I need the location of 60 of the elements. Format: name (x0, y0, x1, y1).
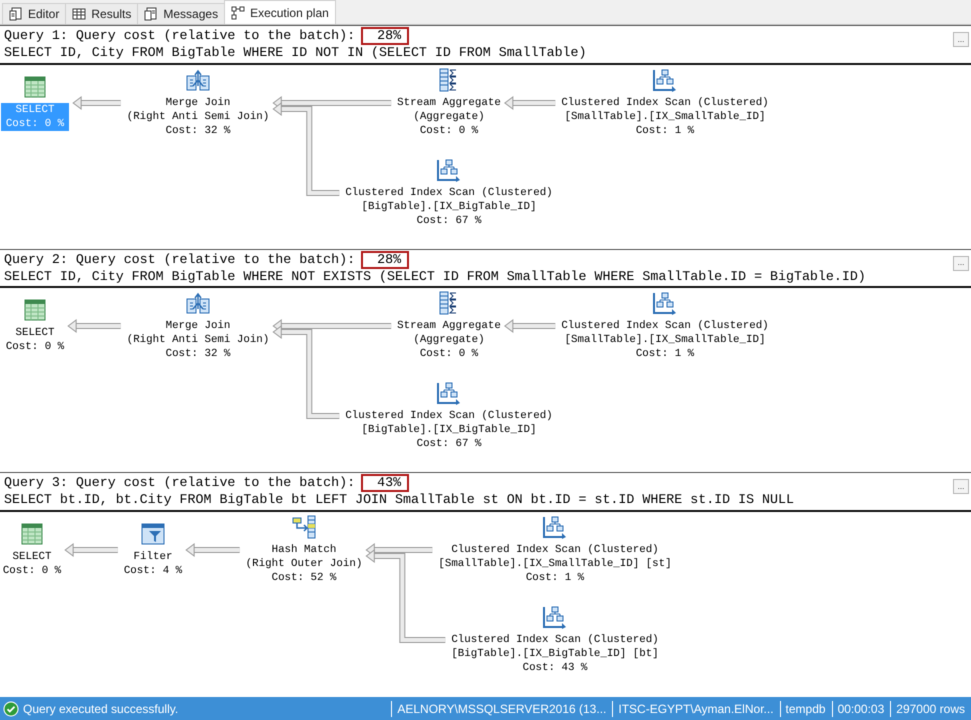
flow-arrow (64, 542, 118, 556)
hash-match-icon (291, 514, 317, 538)
index-tree-icon (436, 381, 462, 405)
plan-operator-label[interactable]: Stream Aggregate (Aggregate) Cost: 0 % (397, 96, 501, 138)
query-cost-title: Query 2: Query cost (relative to the batch): (4, 252, 356, 268)
funnel-table-icon (140, 522, 166, 546)
tab[interactable]: Execution plan (224, 0, 336, 24)
status-message: Query executed successfully. (23, 702, 178, 716)
plan-operator-label[interactable]: Filter Cost: 4 % (124, 550, 182, 578)
status-segment: tempdb (780, 700, 832, 716)
flow-arrow (185, 542, 240, 556)
diagram-icon (231, 6, 246, 20)
plan-operator-label[interactable]: Clustered Index Scan (Clustered) [BigTable].[IX_BigTable_ID] [bt] Cost: 43 % (451, 632, 659, 674)
plan-operator-label[interactable]: Clustered Index Scan (Clustered) [BigTable].[IX_BigTable_ID] Cost: 67 % (345, 409, 553, 451)
table-icon (22, 74, 48, 98)
plan-operator-label[interactable]: Merge Join (Right Anti Semi Join) Cost: 32 % (126, 96, 270, 138)
query-cost-percent: 43% (361, 474, 410, 492)
plan-operator-label[interactable]: Clustered Index Scan (Clustered) [SmallTable].[IX_SmallTable_ID] [st] Cost: 1 % (438, 542, 672, 584)
plan-operator-label[interactable]: Hash Match (Right Outer Join) Cost: 52 % (246, 542, 362, 584)
query-cost-title: Query 1: Query cost (relative to the batch): (4, 28, 356, 44)
details-button[interactable]: ... (953, 256, 969, 270)
tab[interactable]: Editor (2, 3, 66, 24)
document-icon (9, 7, 23, 21)
plan-operator-label[interactable]: Clustered Index Scan (Clustered) [SmallTable].[IX_SmallTable_ID] Cost: 1 % (561, 96, 769, 138)
plan-operator-label[interactable]: Stream Aggregate (Aggregate) Cost: 0 % (397, 319, 501, 361)
success-check-icon (3, 700, 19, 716)
flow-arrow (504, 96, 556, 110)
sql-statement: SELECT bt.ID, bt.City FROM BigTable bt LEFT JOIN SmallTable st ON bt.ID = st.ID WHERE st.ID IS NULL (4, 492, 794, 508)
flow-arrow (67, 319, 121, 333)
plan-operator-label[interactable]: Clustered Index Scan (Clustered) [BigTable].[IX_BigTable_ID] Cost: 67 % (345, 186, 553, 228)
status-segment: AELNORY\MSSQLSERVER2016 (13... (391, 700, 612, 716)
index-tree-icon (652, 68, 678, 92)
index-tree-icon (542, 604, 568, 628)
flow-arrow (504, 319, 556, 333)
table-icon (22, 298, 48, 322)
plan-operator-label[interactable]: SELECT Cost: 0 % (2, 550, 62, 578)
index-tree-icon (652, 291, 678, 315)
tab[interactable]: Messages (137, 3, 226, 24)
query-cost-percent: 28% (361, 250, 410, 268)
plan-operator-label[interactable]: Clustered Index Scan (Clustered) [SmallTable].[IX_SmallTable_ID] Cost: 1 % (561, 319, 769, 361)
index-tree-icon (542, 514, 568, 538)
status-segment: ITSC-EGYPT\Ayman.ElNor... (612, 700, 780, 716)
merge-join-icon (185, 291, 211, 315)
flow-arrow (72, 96, 121, 110)
document-icon (144, 7, 158, 21)
table-icon (19, 522, 45, 546)
index-tree-icon (436, 158, 462, 182)
status-segment: 00:00:03 (832, 700, 890, 716)
tab[interactable]: Results (65, 3, 138, 24)
grid-icon (72, 7, 86, 21)
sql-statement: SELECT ID, City FROM BigTable WHERE ID NOT IN (SELECT ID FROM SmallTable) (4, 45, 586, 60)
plan-operator-label[interactable]: Merge Join (Right Anti Semi Join) Cost: 32 % (126, 319, 270, 361)
details-button[interactable]: ... (953, 479, 969, 494)
query-cost-percent: 28% (361, 27, 410, 45)
plan-operator-label[interactable]: SELECT Cost: 0 % (6, 326, 64, 354)
query-cost-title: Query 3: Query cost (relative to the batch): (4, 475, 356, 491)
status-segment: 297000 rows (890, 700, 971, 716)
sql-statement: SELECT ID, City FROM BigTable WHERE NOT EXISTS (SELECT ID FROM SmallTable WHERE SmallTable.ID = BigTable.ID) (4, 268, 866, 284)
merge-join-icon (185, 68, 211, 92)
details-button[interactable]: ... (953, 32, 969, 47)
